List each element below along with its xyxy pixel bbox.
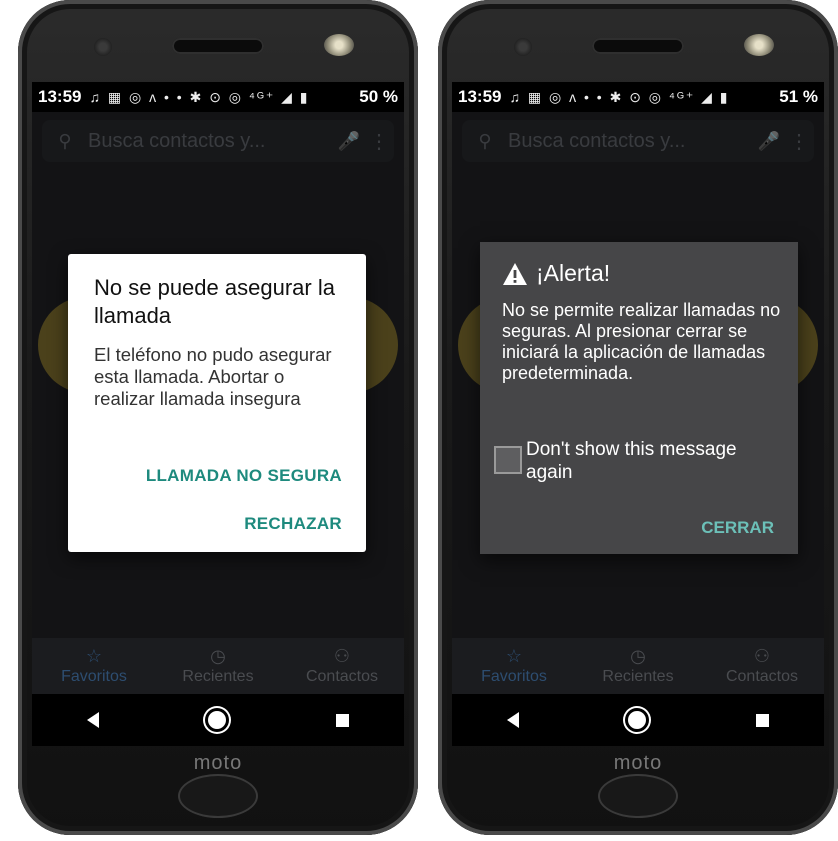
warning-icon xyxy=(503,262,527,285)
tab-label: Contactos xyxy=(305,668,379,685)
status-icons: ♫ ▦ ◎ ᴧ • • ✱ ⊙ ◎ ⁴ᴳ⁺ ◢ ▮ xyxy=(89,88,310,105)
phone-right: 13:59 ♫ ▦ ◎ ᴧ • • ✱ ⊙ ◎ ⁴ᴳ⁺ ◢ ▮ 51 % ⚲ B… xyxy=(438,0,838,835)
dialog-title: ¡Alerta! xyxy=(536,260,611,286)
recents-icon[interactable] xyxy=(756,713,770,727)
home-icon[interactable] xyxy=(208,711,227,729)
dialog-message: No se permite realizar llamadas no segur… xyxy=(502,300,781,383)
people-icon: ⚇ xyxy=(753,646,771,666)
tab-label: Recientes xyxy=(602,668,674,685)
tab-label: Recientes xyxy=(182,668,254,685)
brand-logo: moto xyxy=(613,752,663,774)
home-icon[interactable] xyxy=(628,711,647,729)
tab-favorites[interactable]: ☆ Favoritos xyxy=(32,638,156,694)
status-icons: ♫ ▦ ◎ ᴧ • • ✱ ⊙ ◎ ⁴ᴳ⁺ ◢ ▮ xyxy=(509,88,730,105)
front-flash xyxy=(744,34,774,56)
tab-label: Favoritos xyxy=(481,668,547,685)
recents-icon[interactable] xyxy=(336,713,350,727)
insecure-call-button[interactable]: LLAMADA NO SEGURA xyxy=(146,466,342,486)
back-icon[interactable] xyxy=(86,712,99,728)
tab-contacts[interactable]: ⚇ Contactos xyxy=(280,638,404,694)
phone-screen: 13:59 ♫ ▦ ◎ ᴧ • • ✱ ⊙ ◎ ⁴ᴳ⁺ ◢ ▮ 50 % ⚲ B… xyxy=(32,82,404,746)
bottom-navigation: ☆ Favoritos ◷ Recientes ⚇ Contactos xyxy=(452,638,824,694)
brand-logo: moto xyxy=(193,752,243,774)
secure-call-dialog: No se puede asegurar la llamada El teléf… xyxy=(68,254,366,552)
fingerprint-sensor[interactable] xyxy=(178,774,258,818)
dialog-title-row: ¡Alerta! xyxy=(502,260,610,287)
reject-button[interactable]: RECHAZAR xyxy=(244,514,342,534)
front-flash xyxy=(324,34,354,56)
battery-level: 51 % xyxy=(779,87,818,106)
phone-screen: 13:59 ♫ ▦ ◎ ᴧ • • ✱ ⊙ ◎ ⁴ᴳ⁺ ◢ ▮ 51 % ⚲ B… xyxy=(452,82,824,746)
system-navigation-bar xyxy=(452,694,824,746)
phone-left: 13:59 ♫ ▦ ◎ ᴧ • • ✱ ⊙ ◎ ⁴ᴳ⁺ ◢ ▮ 50 % ⚲ B… xyxy=(18,0,418,835)
proximity-sensor xyxy=(94,38,112,56)
bottom-navigation: ☆ Favoritos ◷ Recientes ⚇ Contactos xyxy=(32,638,404,694)
alert-dialog: ¡Alerta! No se permite realizar llamadas… xyxy=(480,242,798,554)
tab-label: Contactos xyxy=(725,668,799,685)
tab-label: Favoritos xyxy=(61,668,127,685)
people-icon: ⚇ xyxy=(333,646,351,666)
star-icon: ☆ xyxy=(85,646,103,666)
earpiece-speaker xyxy=(592,38,684,54)
system-navigation-bar xyxy=(32,694,404,746)
fingerprint-sensor[interactable] xyxy=(598,774,678,818)
battery-level: 50 % xyxy=(359,87,398,106)
clock-icon: ◷ xyxy=(210,646,226,666)
dialog-title: No se puede asegurar la llamada xyxy=(94,275,335,328)
dont-show-again-checkbox[interactable] xyxy=(494,446,522,474)
tab-recents[interactable]: ◷ Recientes xyxy=(576,638,700,694)
status-bar: 13:59 ♫ ▦ ◎ ᴧ • • ✱ ⊙ ◎ ⁴ᴳ⁺ ◢ ▮ 51 % xyxy=(452,82,824,112)
checkbox-label: Don't show this message again xyxy=(526,439,737,483)
status-bar: 13:59 ♫ ▦ ◎ ᴧ • • ✱ ⊙ ◎ ⁴ᴳ⁺ ◢ ▮ 50 % xyxy=(32,82,404,112)
tab-recents[interactable]: ◷ Recientes xyxy=(156,638,280,694)
tab-contacts[interactable]: ⚇ Contactos xyxy=(700,638,824,694)
dialog-message: El teléfono no pudo asegurar esta llamad… xyxy=(94,344,332,409)
proximity-sensor xyxy=(514,38,532,56)
status-time: 13:59 xyxy=(38,87,82,106)
tab-favorites[interactable]: ☆ Favoritos xyxy=(452,638,576,694)
close-button[interactable]: CERRAR xyxy=(701,518,774,538)
back-icon[interactable] xyxy=(506,712,519,728)
star-icon: ☆ xyxy=(505,646,523,666)
status-time: 13:59 xyxy=(458,87,502,106)
clock-icon: ◷ xyxy=(630,646,646,666)
earpiece-speaker xyxy=(172,38,264,54)
dont-show-again-row[interactable]: Don't show this message again xyxy=(494,438,784,484)
